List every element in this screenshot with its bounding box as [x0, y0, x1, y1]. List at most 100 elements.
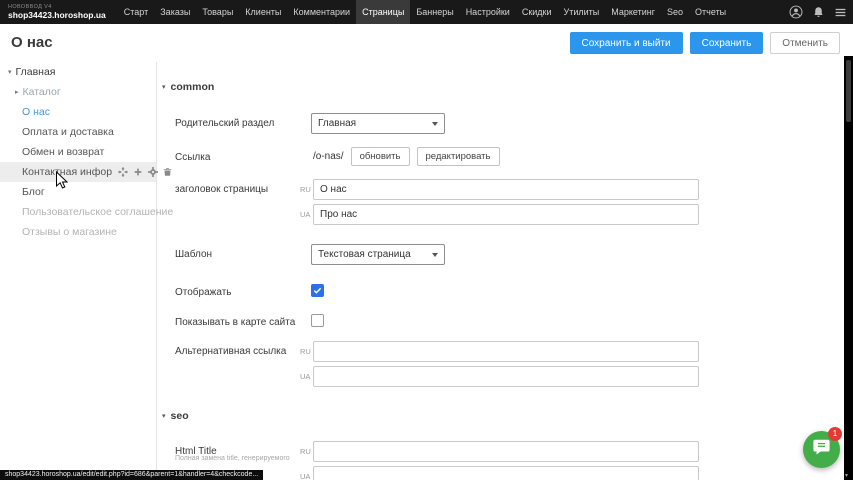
- sidebar-item-contact-info[interactable]: Контактная инфор: [0, 162, 156, 182]
- html-title-ru-input[interactable]: [313, 441, 699, 462]
- menu-icon[interactable]: [834, 6, 847, 19]
- alt-link-ru-input[interactable]: [313, 341, 699, 362]
- sidebar-item-catalog[interactable]: ▸ Каталог: [0, 82, 156, 102]
- bell-icon[interactable]: [812, 6, 825, 19]
- link-refresh-button[interactable]: обновить: [351, 147, 410, 166]
- chevron-down-icon: ▾: [162, 412, 166, 420]
- menu-item-start[interactable]: Старт: [118, 0, 154, 24]
- chevron-down-icon[interactable]: ▾: [8, 68, 12, 76]
- lang-ua-badge: UA: [300, 204, 310, 225]
- template-label: Шаблон: [175, 244, 212, 265]
- chevron-down-icon: ▾: [162, 83, 166, 91]
- link-edit-button[interactable]: редактировать: [417, 147, 500, 166]
- display-label: Отображать: [175, 282, 231, 303]
- parent-section-value: Главная: [318, 118, 356, 129]
- menu-item-discounts[interactable]: Скидки: [516, 0, 558, 24]
- scrollbar-thumb[interactable]: [846, 60, 851, 122]
- link-value: /o-nas/: [313, 151, 344, 162]
- trash-icon[interactable]: [163, 167, 172, 177]
- sidebar-item-store-reviews[interactable]: Отзывы о магазине: [0, 222, 156, 242]
- sidebar-item-home[interactable]: ▾ Главная: [0, 62, 156, 82]
- sidebar-item-label: Пользовательское соглашение: [22, 206, 173, 218]
- menu-item-comments[interactable]: Комментарии: [287, 0, 356, 24]
- header-actions: Сохранить и выйти Сохранить Отменить: [570, 32, 841, 54]
- page-title: О нас: [11, 34, 53, 51]
- chat-unread-badge: 1: [828, 427, 842, 441]
- sidebar-item-label: Отзывы о магазине: [22, 226, 117, 238]
- chevron-down-icon: [432, 253, 438, 257]
- sidebar-item-label: Обмен и возврат: [22, 146, 104, 158]
- link-label: Ссылка: [175, 147, 210, 168]
- user-icon[interactable]: [789, 5, 803, 19]
- menu-item-reports[interactable]: Отчеты: [689, 0, 732, 24]
- topbar: НОВОВВОД V4 shop34423.horoshop.ua Старт …: [0, 0, 853, 24]
- lang-ua-badge: UA: [300, 366, 310, 387]
- menu-item-utilities[interactable]: Утилиты: [558, 0, 606, 24]
- sidebar-item-label: Главная: [16, 66, 56, 78]
- scroll-down-icon[interactable]: ▾: [845, 472, 848, 480]
- plus-icon[interactable]: [133, 167, 143, 177]
- alt-link-ua-input[interactable]: [313, 366, 699, 387]
- template-value: Текстовая страница: [318, 249, 411, 260]
- parent-section-select[interactable]: Главная: [311, 113, 445, 134]
- html-title-hint: Полная замена title, генерируемого: [175, 455, 290, 462]
- sidebar-item-label: Блог: [22, 186, 45, 198]
- parent-section-label: Родительский раздел: [175, 113, 274, 134]
- menu-item-marketing[interactable]: Маркетинг: [605, 0, 661, 24]
- admin-page-editor: НОВОВВОД V4 shop34423.horoshop.ua Старт …: [0, 0, 853, 480]
- menu-item-pages[interactable]: Страницы: [356, 0, 410, 24]
- sidebar-item-exchange-return[interactable]: Обмен и возврат: [0, 142, 156, 162]
- move-icon[interactable]: [118, 167, 128, 177]
- lang-ru-badge: RU: [300, 179, 311, 200]
- html-title-ua-input[interactable]: [313, 466, 699, 480]
- gear-icon[interactable]: [148, 167, 158, 177]
- sidebar-item-label: Каталог: [23, 86, 61, 98]
- section-seo-header[interactable]: ▾ seo: [162, 410, 189, 422]
- page-title-ru-input[interactable]: [313, 179, 699, 200]
- cancel-button[interactable]: Отменить: [770, 32, 840, 54]
- page-header: О нас Сохранить и выйти Сохранить Отмени…: [0, 24, 853, 62]
- display-checkbox[interactable]: [311, 284, 324, 297]
- lang-ua-badge: UA: [300, 466, 310, 480]
- menu-item-orders[interactable]: Заказы: [154, 0, 196, 24]
- sidebar-item-about[interactable]: О нас: [0, 102, 156, 122]
- chat-widget-button[interactable]: 1: [803, 431, 840, 468]
- pages-tree-sidebar: ▾ Главная ▸ Каталог О нас Оплата и доста…: [0, 62, 157, 470]
- template-select[interactable]: Текстовая страница: [311, 244, 445, 265]
- sidebar-item-label: О нас: [22, 106, 50, 118]
- brand-logo[interactable]: НОВОВВОД V4 shop34423.horoshop.ua: [0, 0, 118, 24]
- sidebar-item-label: Оплата и доставка: [22, 126, 114, 138]
- brand-domain-label: shop34423.horoshop.ua: [8, 10, 106, 20]
- alt-link-label: Альтернативная ссылка: [175, 341, 286, 362]
- chevron-down-icon: [432, 122, 438, 126]
- page-title-ua-input[interactable]: [313, 204, 699, 225]
- sitemap-label: Показывать в карте сайта: [175, 312, 295, 333]
- main-menu: Старт Заказы Товары Клиенты Комментарии …: [118, 0, 732, 24]
- sidebar-item-user-agreement[interactable]: Пользовательское соглашение: [0, 202, 156, 222]
- save-and-exit-button[interactable]: Сохранить и выйти: [570, 32, 683, 54]
- menu-item-products[interactable]: Товары: [196, 0, 239, 24]
- sitemap-checkbox[interactable]: [311, 314, 324, 327]
- chat-bubble-icon: [812, 438, 831, 461]
- lang-ru-badge: RU: [300, 341, 311, 362]
- sidebar-item-payment-delivery[interactable]: Оплата и доставка: [0, 122, 156, 142]
- sidebar-item-label: Контактная инфор: [22, 166, 112, 178]
- sidebar-item-tools: [118, 167, 172, 177]
- check-icon: [313, 282, 322, 300]
- page-title-field-label: заголовок страницы: [175, 179, 268, 200]
- right-scrollbar[interactable]: ▾: [844, 56, 853, 480]
- status-url-bar: shop34423.horoshop.ua/edit/edit.php?id=6…: [0, 470, 263, 480]
- section-common-header[interactable]: ▾ common: [162, 81, 214, 93]
- section-title: common: [171, 81, 215, 93]
- menu-item-banners[interactable]: Баннеры: [410, 0, 459, 24]
- chevron-right-icon[interactable]: ▸: [15, 88, 19, 96]
- menu-item-clients[interactable]: Клиенты: [239, 0, 287, 24]
- save-button[interactable]: Сохранить: [690, 32, 764, 54]
- section-title: seo: [171, 410, 189, 422]
- sidebar-item-blog[interactable]: Блог: [0, 182, 156, 202]
- topbar-actions: [789, 0, 853, 24]
- link-row: /o-nas/ обновить редактировать: [313, 147, 500, 166]
- menu-item-settings[interactable]: Настройки: [460, 0, 516, 24]
- lang-ru-badge: RU: [300, 441, 311, 462]
- menu-item-seo[interactable]: Seo: [661, 0, 689, 24]
